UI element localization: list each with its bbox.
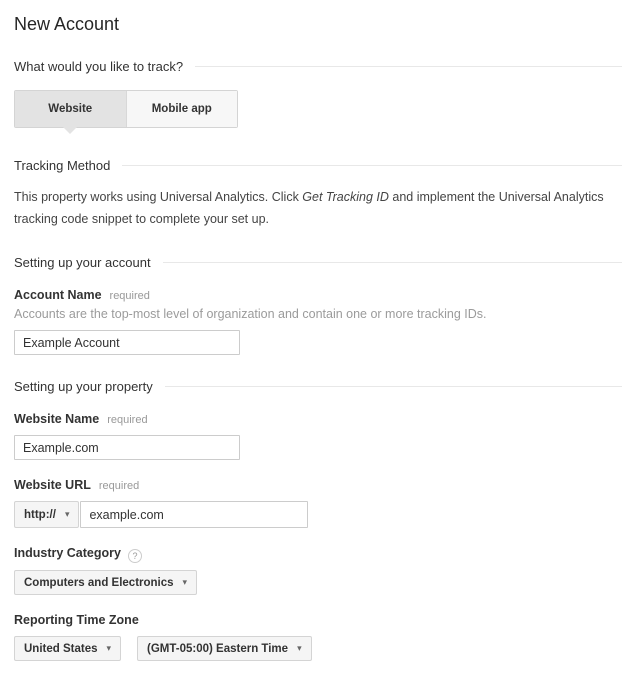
website-url-label: Website URL xyxy=(14,478,91,492)
tab-website[interactable]: Website xyxy=(15,91,126,127)
property-heading-text: Setting up your property xyxy=(14,379,153,394)
website-url-input[interactable] xyxy=(80,501,308,528)
get-tracking-id-text: Get Tracking ID xyxy=(302,190,389,204)
website-url-label-row: Website URL required xyxy=(14,478,622,492)
protocol-dropdown-value: http:// xyxy=(24,509,56,521)
protocol-dropdown[interactable]: http:// ▾ xyxy=(14,501,79,528)
industry-category-row: Computers and Electronics ▾ xyxy=(14,570,622,595)
website-name-input[interactable] xyxy=(14,435,240,460)
industry-category-dropdown[interactable]: Computers and Electronics ▾ xyxy=(14,570,197,595)
chevron-down-icon: ▾ xyxy=(183,577,188,588)
website-name-label-row: Website Name required xyxy=(14,412,622,426)
description-pre: This property works using Universal Anal… xyxy=(14,190,302,204)
account-name-label: Account Name xyxy=(14,288,102,302)
required-tag: required xyxy=(99,480,139,492)
tracking-method-description: This property works using Universal Anal… xyxy=(14,186,622,230)
tracking-method-heading: Tracking Method xyxy=(14,158,622,173)
industry-category-value: Computers and Electronics xyxy=(24,577,174,589)
account-name-label-row: Account Name required xyxy=(14,288,622,302)
chevron-down-icon: ▾ xyxy=(65,509,70,520)
industry-category-label: Industry Category xyxy=(14,546,121,560)
tab-mobile-app-label: Mobile app xyxy=(152,103,212,115)
required-tag: required xyxy=(107,414,147,426)
account-name-input[interactable] xyxy=(14,330,240,355)
tracking-method-heading-text: Tracking Method xyxy=(14,158,110,173)
reporting-time-zone-label: Reporting Time Zone xyxy=(14,613,139,627)
heading-rule xyxy=(165,386,622,387)
reporting-time-zone-row: United States ▾ (GMT-05:00) Eastern Time… xyxy=(14,636,622,661)
track-section-heading: What would you like to track? xyxy=(14,59,622,74)
country-dropdown-value: United States xyxy=(24,643,98,655)
account-name-helper: Accounts are the top-most level of organ… xyxy=(14,307,622,321)
timezone-dropdown-value: (GMT-05:00) Eastern Time xyxy=(147,643,288,655)
property-section-heading: Setting up your property xyxy=(14,379,622,394)
new-account-page: New Account What would you like to track… xyxy=(0,0,640,681)
tab-website-label: Website xyxy=(48,103,92,115)
heading-rule xyxy=(163,262,622,263)
tab-mobile-app[interactable]: Mobile app xyxy=(126,91,238,127)
chevron-down-icon: ▾ xyxy=(107,643,112,654)
heading-rule xyxy=(195,66,622,67)
heading-rule xyxy=(122,165,622,166)
industry-category-label-row: Industry Category ? xyxy=(14,546,622,561)
track-type-tabs: Website Mobile app xyxy=(14,90,238,128)
account-section-heading: Setting up your account xyxy=(14,255,622,270)
country-dropdown[interactable]: United States ▾ xyxy=(14,636,121,661)
reporting-time-zone-label-row: Reporting Time Zone xyxy=(14,613,622,627)
website-url-row: http:// ▾ xyxy=(14,501,622,528)
help-icon[interactable]: ? xyxy=(128,549,142,563)
timezone-dropdown[interactable]: (GMT-05:00) Eastern Time ▾ xyxy=(137,636,312,661)
chevron-down-icon: ▾ xyxy=(297,643,302,654)
website-name-label: Website Name xyxy=(14,412,99,426)
required-tag: required xyxy=(110,290,150,302)
track-heading-text: What would you like to track? xyxy=(14,59,183,74)
page-title: New Account xyxy=(14,14,622,35)
account-heading-text: Setting up your account xyxy=(14,255,151,270)
